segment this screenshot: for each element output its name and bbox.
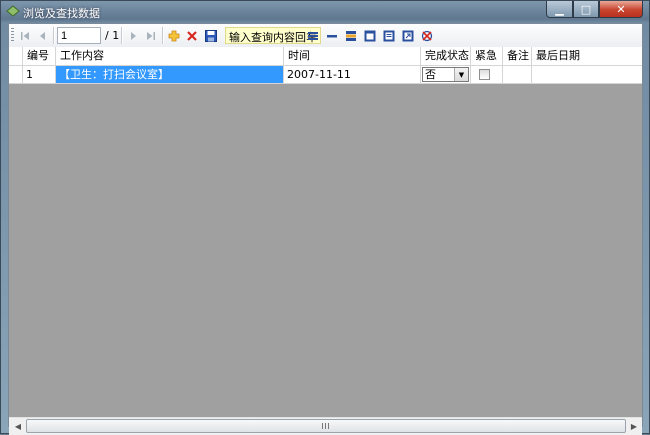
cell-note[interactable] xyxy=(503,66,532,84)
close-button[interactable]: ✕ xyxy=(599,1,643,18)
table-row[interactable]: 1 【卫生：打扫会议室】 2007-11-11 否 ▼ xyxy=(9,66,642,84)
column-header-id[interactable]: 编号 xyxy=(23,47,56,65)
delete-icon xyxy=(187,30,197,41)
window-title: 浏览及查找数据 xyxy=(23,7,100,20)
arrow-left-icon: ◀ xyxy=(14,422,22,431)
column-header-content[interactable]: 工作内容 xyxy=(56,47,284,65)
cell-urgent[interactable] xyxy=(471,66,503,84)
column-header-urgent[interactable]: 紧急 xyxy=(471,47,503,65)
color-bands-button[interactable] xyxy=(343,27,359,44)
column-header-time[interactable]: 时间 xyxy=(284,47,421,65)
row-header[interactable] xyxy=(9,66,23,84)
row-header-corner xyxy=(9,47,23,65)
exit-button[interactable] xyxy=(419,27,435,44)
delete-button[interactable] xyxy=(184,27,200,44)
save-icon xyxy=(205,29,217,42)
move-next-icon xyxy=(131,31,136,40)
scroll-right-button[interactable]: ▶ xyxy=(626,419,642,434)
move-next-button[interactable] xyxy=(125,27,141,44)
save-button[interactable] xyxy=(203,27,219,44)
align-lines-button[interactable] xyxy=(305,27,321,44)
position-input[interactable] xyxy=(57,27,101,44)
status-value: 否 xyxy=(425,68,436,81)
move-first-icon xyxy=(21,31,29,40)
document-icon xyxy=(383,30,395,41)
close-icon: ✕ xyxy=(616,2,626,16)
grid-header: 编号 工作内容 时间 完成状态 紧急 备注 最后日期 xyxy=(9,47,642,66)
exit-icon xyxy=(421,30,433,41)
window-icon xyxy=(364,30,376,41)
binding-navigator-toolbar: / 1 输入查询内容回车 xyxy=(9,24,642,48)
toolbar-grip[interactable] xyxy=(11,28,14,43)
arrow-right-icon: ▶ xyxy=(630,422,638,431)
lines-icon xyxy=(308,31,318,40)
status-combobox[interactable]: 否 ▼ xyxy=(422,67,469,82)
cell-status[interactable]: 否 ▼ xyxy=(421,66,471,84)
export-icon xyxy=(402,30,414,41)
column-header-last-date[interactable]: 最后日期 xyxy=(532,47,642,65)
add-icon xyxy=(168,30,180,41)
title-bar[interactable]: 浏览及查找数据 ▁ □ ✕ xyxy=(1,1,649,23)
window-view-button[interactable] xyxy=(362,27,378,44)
color-bands-icon xyxy=(346,30,356,41)
document-view-button[interactable] xyxy=(381,27,397,44)
minimize-button[interactable]: ▁ xyxy=(546,1,573,18)
horizontal-scrollbar[interactable]: ◀ ▶ xyxy=(9,417,642,435)
move-first-button[interactable] xyxy=(17,27,33,44)
move-previous-icon xyxy=(40,31,45,40)
column-header-status[interactable]: 完成状态 xyxy=(421,47,471,65)
minimize-icon: ▁ xyxy=(555,2,564,16)
data-grid[interactable]: 编号 工作内容 时间 完成状态 紧急 备注 最后日期 1 【卫生：打扫会议室】 … xyxy=(9,47,642,417)
move-last-button[interactable] xyxy=(143,27,159,44)
scroll-left-button[interactable]: ◀ xyxy=(10,419,26,434)
record-count: / 1 xyxy=(105,29,120,42)
cell-time[interactable]: 2007-11-11 xyxy=(284,66,421,84)
client-area: / 1 输入查询内容回车 xyxy=(8,23,643,435)
chevron-down-icon[interactable]: ▼ xyxy=(454,68,468,81)
move-previous-button[interactable] xyxy=(35,27,51,44)
export-button[interactable] xyxy=(400,27,416,44)
column-header-note[interactable]: 备注 xyxy=(503,47,532,65)
cell-content[interactable]: 【卫生：打扫会议室】 xyxy=(56,66,284,84)
app-icon xyxy=(6,5,20,17)
cell-last-date[interactable] xyxy=(532,66,642,84)
app-window: 浏览及查找数据 ▁ □ ✕ / 1 xyxy=(0,0,650,435)
move-last-icon xyxy=(147,31,155,40)
maximize-button[interactable]: □ xyxy=(573,1,599,18)
scroll-thumb[interactable] xyxy=(26,419,626,433)
minus-icon xyxy=(327,34,337,37)
add-new-button[interactable] xyxy=(166,27,182,44)
maximize-icon: □ xyxy=(580,2,592,16)
grip-icon xyxy=(322,423,330,429)
cell-id[interactable]: 1 xyxy=(23,66,56,84)
collapse-button[interactable] xyxy=(324,27,340,44)
urgent-checkbox[interactable] xyxy=(479,69,490,80)
